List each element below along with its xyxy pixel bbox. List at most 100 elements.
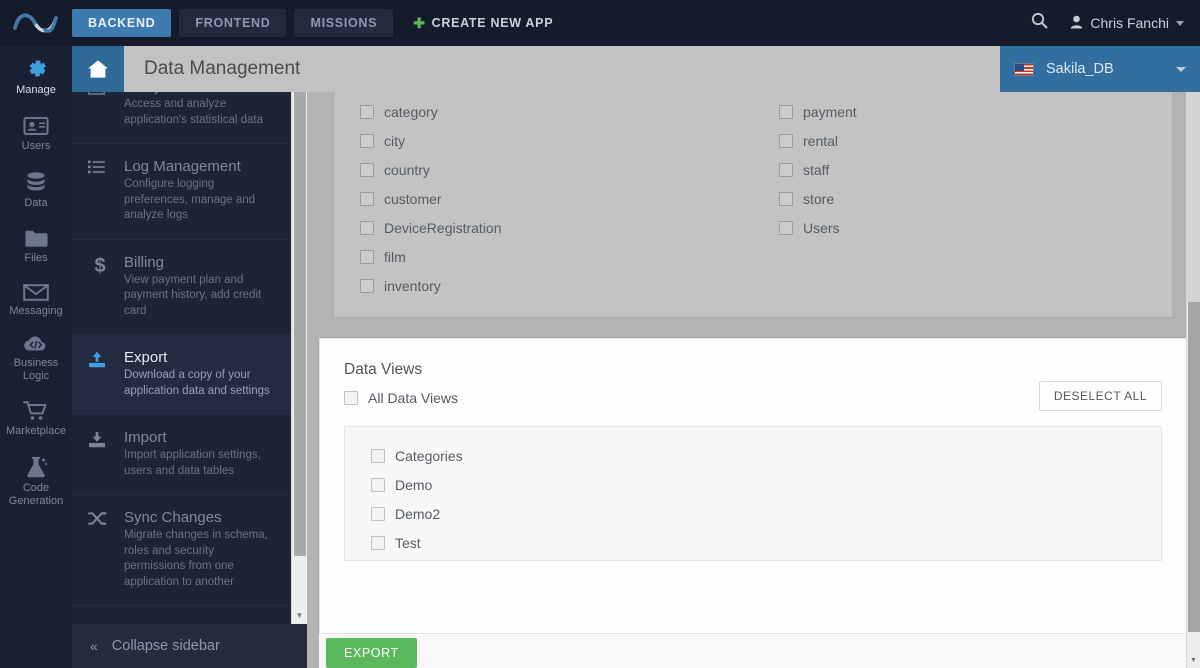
table-checkbox-row[interactable]: rental [779,126,1172,155]
table-checkbox-row[interactable]: store [779,184,1172,213]
table-checkbox[interactable] [360,278,374,293]
table-checkbox-row[interactable]: city [360,126,753,155]
create-new-app-button[interactable]: ✚ CREATE NEW APP [413,16,553,30]
table-label: DeviceRegistration [384,219,502,236]
table-label: rental [803,132,839,149]
table-label: city [384,132,405,149]
data-views-panel: Data Views All Data Views DESELECT ALL C… [319,338,1187,634]
upload-icon [88,351,112,368]
rail-item-users[interactable]: Users [0,105,72,161]
table-checkbox-row[interactable]: payment [779,97,1172,126]
gear-icon [2,56,70,81]
sidebar-item-sync-changes[interactable]: Sync Changes Migrate changes in schema, … [72,495,292,607]
topnav-right-group: Chris Fanchi [1031,12,1200,34]
rail-item-users-label: Users [21,139,51,152]
main-scrollbar-thumb[interactable] [1188,302,1200,632]
nav-tab-missions[interactable]: MISSIONS [294,9,394,37]
table-label: store [803,190,835,207]
table-checkbox-row[interactable]: staff [779,155,1172,184]
table-checkbox-row[interactable]: country [360,155,753,184]
page-header-bar: Data Management Sakila_DB [72,46,1200,92]
nav-tab-backend[interactable]: BACKEND [72,9,172,37]
backendless-logo[interactable] [0,0,72,46]
table-checkbox[interactable] [779,220,793,235]
tables-left-column: category city country customer DeviceReg… [334,97,753,317]
data-view-checkbox[interactable] [371,477,385,492]
data-view-checkbox[interactable] [371,535,385,550]
main-content: category city country customer DeviceReg… [307,92,1200,668]
data-views-list: Categories Demo Demo2 Test [344,426,1162,561]
sidebar-scrollbar[interactable]: ▲ ▼ [291,46,307,624]
table-checkbox[interactable] [360,104,374,119]
rail-item-marketplace[interactable]: Marketplace [0,390,72,446]
table-checkbox-row[interactable]: Users [779,213,1172,242]
data-view-label: Demo2 [395,505,441,522]
dollar-icon: $ [94,254,106,277]
table-checkbox[interactable] [360,133,374,148]
rail-item-messaging-label: Messaging [9,304,63,317]
table-checkbox[interactable] [360,162,374,177]
rail-item-files[interactable]: Files [0,218,72,273]
table-checkbox-row[interactable]: DeviceRegistration [360,213,753,242]
nav-tab-frontend[interactable]: FRONTEND [179,9,287,37]
data-view-row[interactable]: Test [371,528,1161,557]
sidebar-item-import[interactable]: Import Import application settings, user… [72,415,292,496]
sidebar-scrollbar-thumb[interactable] [294,71,306,556]
table-checkbox[interactable] [360,249,374,264]
table-label: customer [384,190,442,207]
table-checkbox[interactable] [779,162,793,177]
scrollbar-track-top[interactable] [1186,92,1200,302]
table-checkbox-row[interactable]: customer [360,184,753,213]
table-checkbox[interactable] [360,220,374,235]
data-view-checkbox[interactable] [371,448,385,463]
rail-item-messaging[interactable]: Messaging [0,273,72,326]
data-view-row[interactable]: Demo [371,470,1161,499]
rail-item-manage[interactable]: Manage [0,46,72,105]
data-view-row[interactable]: Demo2 [371,499,1161,528]
export-button[interactable]: EXPORT [326,638,417,668]
chevron-double-left-icon: « [90,638,98,654]
data-view-checkbox[interactable] [371,506,385,521]
scroll-down-icon[interactable]: ▼ [292,608,307,624]
home-button[interactable] [72,46,124,92]
table-checkbox[interactable] [779,133,793,148]
table-checkbox[interactable] [360,191,374,206]
table-checkbox-row[interactable]: inventory [360,271,753,300]
sidebar-scroll-area: ☷ App Settings API access, Collaboration… [72,46,307,624]
deselect-all-button[interactable]: DESELECT ALL [1038,381,1162,411]
rail-item-code-generation[interactable]: Code Generation [0,446,72,515]
sidebar-item-export[interactable]: Export Download a copy of your applicati… [72,335,292,416]
chevron-down-icon [1176,20,1184,26]
rail-item-data[interactable]: Data [0,160,72,218]
top-navbar: BACKEND FRONTEND MISSIONS ✚ CREATE NEW A… [0,0,1200,46]
sidebar-item-log-management[interactable]: Log Management Configure logging prefere… [72,144,292,240]
sidebar-item-billing[interactable]: $ Billing View payment plan and payment … [72,240,292,336]
all-data-views-checkbox[interactable] [344,391,358,405]
shopping-cart-icon [2,400,70,422]
data-view-row[interactable]: Categories [371,441,1161,470]
scroll-down-icon[interactable]: ▼ [1187,654,1200,668]
rail-item-business-logic[interactable]: Business Logic [0,325,72,390]
sidebar-item-sync-changes-title: Sync Changes [124,509,222,527]
all-data-views-label: All Data Views [368,390,459,406]
table-checkbox-row[interactable]: film [360,242,753,271]
export-action-bar: EXPORT [319,634,1187,668]
user-name-label: Chris Fanchi [1090,15,1169,31]
data-views-header: Data Views All Data Views DESELECT ALL [320,339,1186,411]
database-selector[interactable]: Sakila_DB [1000,46,1200,92]
secondary-sidebar: ☷ App Settings API access, Collaboration… [72,46,307,668]
sidebar-item-import-desc: Import application settings, users and d… [124,449,261,477]
user-menu[interactable]: Chris Fanchi [1070,15,1184,32]
rail-item-code-generation-label: Code Generation [8,482,64,507]
table-checkbox-row[interactable]: category [360,97,753,126]
rail-item-data-label: Data [24,197,48,210]
search-icon[interactable] [1031,12,1048,34]
nav-tab-frontend-label: FRONTEND [195,16,271,30]
code-cloud-icon [2,335,70,354]
table-checkbox[interactable] [779,104,793,119]
table-checkbox[interactable] [779,191,793,206]
main-scrollbar[interactable]: ▲ ▼ [1186,92,1200,668]
collapse-sidebar-button[interactable]: « Collapse sidebar [72,624,307,668]
plus-icon: ✚ [413,15,426,31]
flask-icon [2,456,70,479]
